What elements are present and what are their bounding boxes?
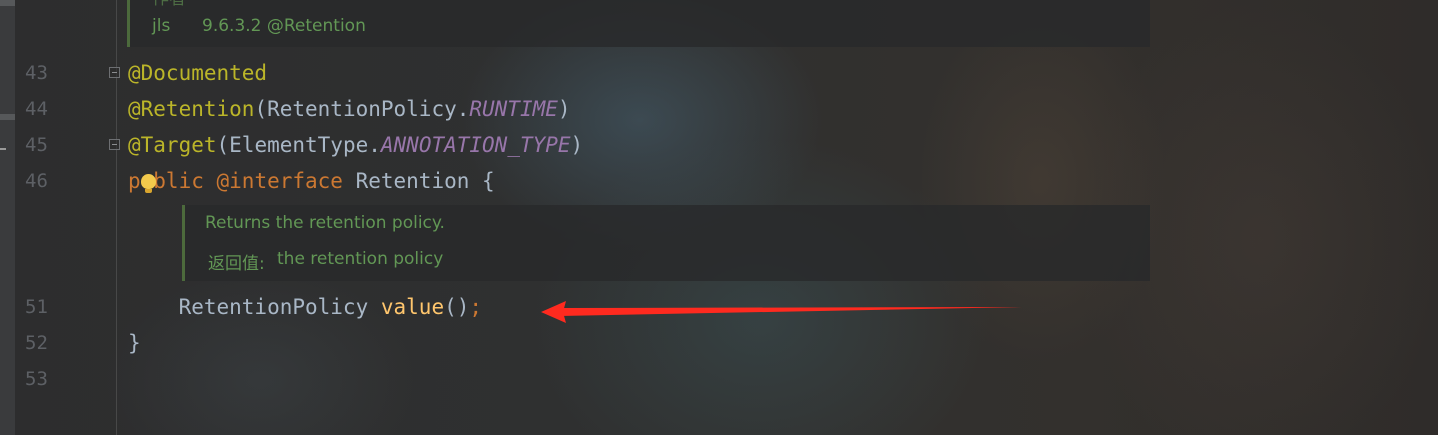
red-arrow-annotation — [541, 301, 1022, 323]
